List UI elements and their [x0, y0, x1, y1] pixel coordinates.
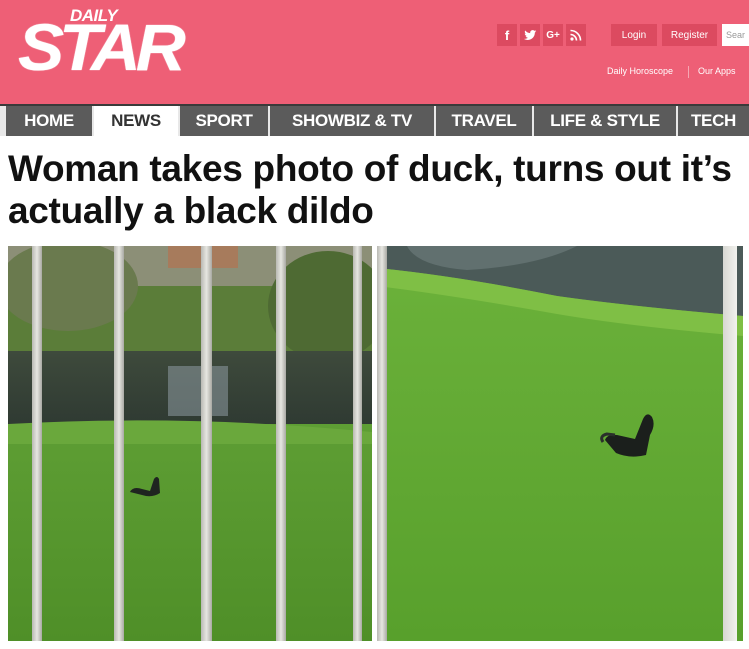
login-button[interactable]: Login: [611, 24, 657, 46]
daily-horoscope-link[interactable]: Daily Horoscope: [607, 66, 673, 76]
site-header: DAILY STAR f G+ Login Register Sear Dail…: [0, 0, 749, 104]
fence-bar: [353, 246, 362, 641]
rss-icon[interactable]: [566, 24, 586, 46]
photo-through-fence[interactable]: [8, 246, 372, 641]
fence-bar: [723, 246, 737, 641]
nav-travel[interactable]: TRAVEL: [436, 106, 532, 136]
fence-bar: [276, 246, 286, 641]
fence-bar: [32, 246, 42, 641]
nav-life-style[interactable]: LIFE & STYLE: [534, 106, 676, 136]
nav-showbiz-tv[interactable]: SHOWBIZ & TV: [270, 106, 434, 136]
nav-home[interactable]: HOME: [6, 106, 92, 136]
fence-bar: [377, 246, 387, 641]
register-button[interactable]: Register: [662, 24, 717, 46]
nav-tech[interactable]: TECH: [678, 106, 749, 136]
main-nav: HOME NEWS SPORT SHOWBIZ & TV TRAVEL LIFE…: [0, 104, 749, 136]
nav-news[interactable]: NEWS: [94, 106, 178, 136]
photo-closeup[interactable]: [377, 246, 743, 641]
header-divider: [688, 66, 689, 78]
fence-bar: [114, 246, 124, 641]
logo-star[interactable]: STAR: [18, 14, 186, 80]
fence-bar: [201, 246, 212, 641]
closeup-scene-image: [377, 246, 743, 641]
search-input[interactable]: Sear: [722, 24, 749, 46]
social-links: f G+: [497, 24, 586, 46]
our-apps-link[interactable]: Our Apps: [698, 66, 736, 76]
fence-scene-image: [8, 246, 372, 641]
twitter-icon[interactable]: [520, 24, 540, 46]
nav-sport[interactable]: SPORT: [180, 106, 268, 136]
article-headline: Woman takes photo of duck, turns out it’…: [8, 148, 732, 231]
facebook-icon[interactable]: f: [497, 24, 517, 46]
google-plus-icon[interactable]: G+: [543, 24, 563, 46]
